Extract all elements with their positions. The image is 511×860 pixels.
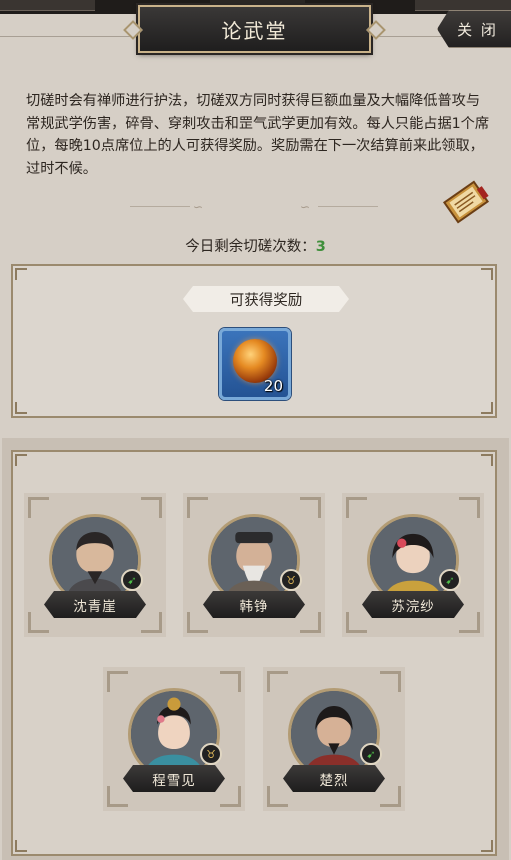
- swirl-ornament-icon: ∽: [193, 200, 204, 214]
- remaining-count: 3: [315, 239, 326, 255]
- corner-ornament: [15, 840, 27, 852]
- seat-card[interactable]: ➹ 楚烈: [263, 667, 405, 811]
- seat-card[interactable]: ♉ 程雪见: [103, 667, 245, 811]
- corner-ornament: [481, 402, 493, 414]
- green-leaf-icon: ➹: [439, 569, 461, 591]
- page-title-banner: 论武堂: [138, 5, 371, 53]
- gold-ox-icon: ♉: [200, 743, 222, 765]
- close-button[interactable]: 关 闭: [437, 10, 511, 48]
- seat-name: 韩铮: [203, 591, 305, 618]
- seat-card[interactable]: ♉ 韩铮: [183, 493, 325, 637]
- corner-ornament: [481, 454, 493, 466]
- rules-description: 切磋时会有禅师进行护法，切磋双方同时获得巨额血量及大幅降低普攻与常规武学伤害，碎…: [26, 93, 490, 177]
- top-tab-left[interactable]: [0, 0, 95, 11]
- ornament-divider-left: [130, 206, 190, 207]
- swirl-ornament-icon: ∽: [300, 200, 311, 214]
- green-leaf-icon: ➹: [121, 569, 143, 591]
- green-leaf-icon: ➹: [360, 743, 382, 765]
- seat-name: 苏浣纱: [362, 591, 464, 618]
- seat-name: 程雪见: [123, 765, 225, 792]
- remaining-label: 今日剩余切磋次数：: [185, 239, 316, 255]
- reward-item-count: 20: [263, 377, 283, 395]
- corner-ornament: [15, 402, 27, 414]
- gold-ox-icon: ♉: [280, 569, 302, 591]
- ornament-divider-right: [318, 206, 378, 207]
- seat-card[interactable]: ➹ 沈青崖: [24, 493, 166, 637]
- seat-name: 楚烈: [283, 765, 385, 792]
- page-title: 论武堂: [221, 18, 288, 43]
- corner-ornament: [481, 268, 493, 280]
- seat-card[interactable]: ➹ 苏浣纱: [342, 493, 484, 637]
- reward-panel: 可获得奖励 20: [11, 264, 497, 418]
- top-tab-right[interactable]: [415, 0, 511, 11]
- remaining-count-row: 今日剩余切磋次数：3: [0, 235, 511, 256]
- seat-name: 沈青崖: [44, 591, 146, 618]
- scroll-book-icon[interactable]: [442, 178, 490, 226]
- corner-ornament: [15, 268, 27, 280]
- reward-label: 可获得奖励: [183, 286, 349, 312]
- corner-ornament: [481, 840, 493, 852]
- reward-item-slot[interactable]: 20: [219, 328, 291, 400]
- corner-ornament: [15, 454, 27, 466]
